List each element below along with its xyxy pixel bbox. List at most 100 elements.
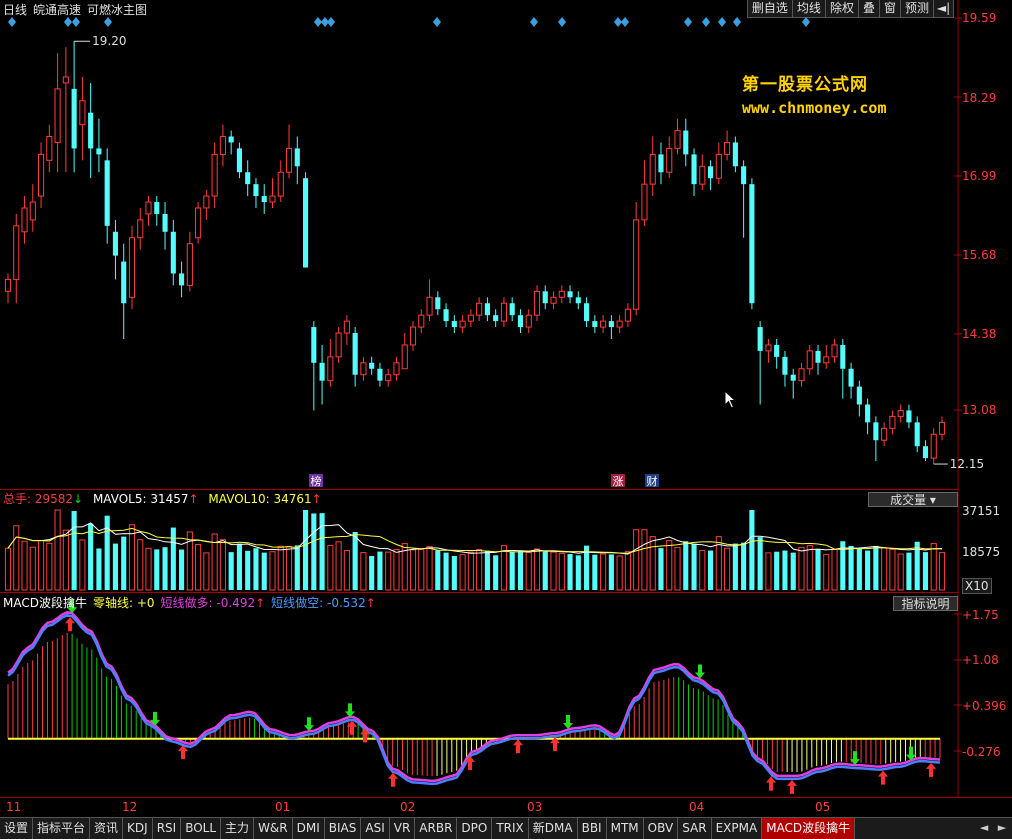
candle-body-down bbox=[170, 231, 176, 274]
candle-body-down bbox=[865, 404, 871, 423]
volume-bar-down bbox=[71, 511, 77, 590]
candle-body-down bbox=[302, 178, 309, 268]
tab-15[interactable]: 新DMA bbox=[529, 818, 578, 839]
candle-body-down bbox=[542, 291, 548, 304]
volume-bar-up bbox=[269, 551, 276, 591]
tab-4[interactable]: RSI bbox=[153, 818, 182, 839]
candle-body-down bbox=[741, 166, 747, 185]
tab-8[interactable]: DMI bbox=[293, 818, 325, 839]
tab-19[interactable]: SAR bbox=[678, 818, 712, 839]
buy-arrow-icon bbox=[513, 739, 523, 754]
candle-body-down bbox=[245, 172, 251, 185]
tab-12[interactable]: ARBR bbox=[415, 818, 458, 839]
volume-bar-up bbox=[765, 552, 772, 591]
candle-body-down bbox=[104, 160, 110, 226]
candle-body-up bbox=[467, 314, 474, 322]
tab-13[interactable]: DPO bbox=[457, 818, 493, 839]
tab-11[interactable]: VR bbox=[390, 818, 416, 839]
volume-bar-down bbox=[509, 551, 515, 590]
tab-7[interactable]: W&R bbox=[254, 818, 293, 839]
volume-bar-up bbox=[525, 552, 532, 591]
event-tag: 榜 bbox=[311, 474, 322, 488]
candle-body-down bbox=[369, 362, 375, 369]
volume-bar-down bbox=[691, 543, 697, 590]
tab-1[interactable]: 指标平台 bbox=[33, 818, 91, 839]
diamond-marker bbox=[621, 17, 629, 27]
volume-bar-down bbox=[567, 554, 573, 590]
tab-5[interactable]: BOLL bbox=[181, 818, 222, 839]
volume-indicator-select[interactable]: 成交量 ▾ bbox=[868, 492, 958, 507]
candle-body-down bbox=[88, 112, 94, 149]
date-tick: 01 bbox=[275, 800, 291, 814]
tab-6[interactable]: 主力 bbox=[221, 818, 255, 839]
diamond-marker bbox=[733, 17, 741, 27]
candle-body-up bbox=[558, 290, 565, 298]
indicator-help-button[interactable]: 指标说明 bbox=[893, 596, 958, 611]
candle-body-down bbox=[162, 213, 168, 232]
macd-series bbox=[7, 599, 941, 794]
candle-body-down bbox=[121, 261, 127, 304]
macd-slow-line bbox=[7, 613, 941, 786]
candle-body-down bbox=[71, 88, 77, 149]
sell-arrow-icon bbox=[345, 703, 355, 718]
candle-body-up bbox=[186, 243, 193, 286]
buy-arrow-icon bbox=[787, 779, 797, 794]
diamond-marker bbox=[802, 17, 810, 27]
volume-bar-down bbox=[658, 548, 664, 590]
candle-body-up bbox=[641, 183, 648, 221]
candle-body-down bbox=[782, 356, 788, 375]
macd-tick: -0.276 bbox=[962, 745, 1001, 759]
candle-body-down bbox=[228, 136, 234, 143]
candle-body-up bbox=[715, 153, 722, 179]
sell-arrow-icon bbox=[563, 714, 573, 729]
candle-body-down bbox=[914, 422, 920, 447]
volume-bar-down bbox=[592, 554, 598, 590]
candle-body-up bbox=[426, 296, 433, 316]
tab-16[interactable]: BBI bbox=[578, 818, 607, 839]
tab-21[interactable]: MACD波段擒牛 bbox=[762, 818, 856, 839]
volume-bar-up bbox=[4, 547, 12, 591]
tab-18[interactable]: OBV bbox=[644, 818, 679, 839]
volume-bar-down bbox=[865, 550, 871, 590]
candle-body-down bbox=[815, 350, 821, 363]
short-long-arrow: ↑ bbox=[255, 596, 266, 610]
volume-bar-down bbox=[121, 536, 127, 590]
chevron-down-icon: ▾ bbox=[929, 493, 936, 507]
tab-9[interactable]: BIAS bbox=[325, 818, 362, 839]
volume-bar-up bbox=[13, 525, 20, 591]
candle-body-up bbox=[62, 76, 69, 84]
volume-bar-down bbox=[575, 555, 581, 590]
volume-bar-down bbox=[253, 548, 259, 590]
candle-body-up bbox=[418, 314, 425, 328]
tab-10[interactable]: ASI bbox=[361, 818, 390, 839]
volume-legend: 总手: 29582↓ MAVOL5: 31457↑ MAVOL10: 34761… bbox=[3, 492, 328, 507]
volume-bar-up bbox=[360, 552, 367, 591]
tab-3[interactable]: KDJ bbox=[123, 818, 153, 839]
volume-bar-down bbox=[443, 552, 449, 590]
tab-0[interactable]: 设置 bbox=[0, 818, 34, 839]
volume-bar-down bbox=[906, 552, 912, 590]
candle-body-up bbox=[79, 100, 86, 126]
price-tick: 13.08 bbox=[962, 403, 997, 417]
tab-14[interactable]: TRIX bbox=[492, 818, 529, 839]
volume-bar-down bbox=[377, 551, 383, 590]
tab-scroll-right-icon[interactable]: ► bbox=[994, 819, 1010, 837]
event-tag: 涨 bbox=[613, 475, 624, 488]
tab-2[interactable]: 资讯 bbox=[90, 818, 124, 839]
volume-bar-up bbox=[343, 550, 350, 591]
volume-bar-down bbox=[708, 550, 714, 590]
candle-body-down bbox=[592, 321, 598, 328]
volume-bar-up bbox=[649, 536, 656, 591]
buy-arrow-icon bbox=[388, 772, 398, 787]
candle-body-up bbox=[724, 141, 731, 155]
candle-body-up bbox=[29, 201, 36, 221]
volume-bar-up bbox=[54, 509, 61, 591]
candle-body-up bbox=[765, 344, 772, 352]
candle-body-down bbox=[608, 321, 614, 328]
tab-20[interactable]: EXPMA bbox=[712, 818, 763, 839]
tab-17[interactable]: MTM bbox=[607, 818, 644, 839]
tab-scroll-left-icon[interactable]: ◄ bbox=[976, 819, 992, 837]
volume-bar-up bbox=[823, 553, 830, 591]
volume-bar-down bbox=[88, 523, 94, 590]
total-volume-arrow: ↓ bbox=[73, 492, 84, 506]
